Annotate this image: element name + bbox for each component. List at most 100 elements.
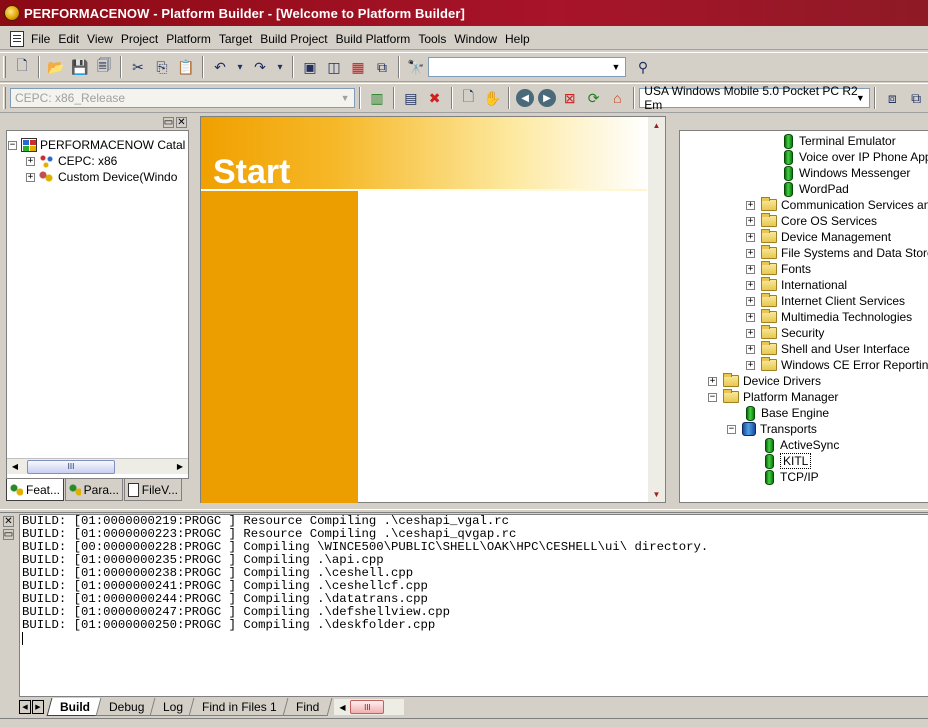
- expand-icon[interactable]: +: [746, 296, 755, 306]
- last-tab-icon[interactable]: ▶: [32, 700, 44, 714]
- device-options-icon[interactable]: ⧈: [881, 87, 903, 109]
- output-window-icon[interactable]: ◫: [323, 56, 345, 78]
- tree-item[interactable]: − Transports: [727, 421, 817, 437]
- redo-icon[interactable]: ↷: [249, 56, 271, 78]
- tree-item[interactable]: TCP/IP: [765, 469, 819, 485]
- undo-icon[interactable]: ↶: [209, 56, 231, 78]
- device-connect-icon[interactable]: ⧉: [905, 87, 927, 109]
- workspace-horizontal-scrollbar[interactable]: ◀ III ▶: [7, 458, 188, 474]
- find-binoculars-icon[interactable]: ⚲: [632, 56, 654, 78]
- find-combo[interactable]: ▼: [428, 57, 626, 77]
- collapse-icon[interactable]: −: [708, 392, 717, 402]
- save-icon[interactable]: 💾: [69, 56, 91, 78]
- build-platform-icon[interactable]: ▥: [366, 87, 388, 109]
- expand-icon[interactable]: +: [746, 280, 755, 290]
- expand-icon[interactable]: +: [26, 172, 35, 182]
- collapse-icon[interactable]: −: [727, 424, 736, 434]
- tab-debug[interactable]: Debug: [95, 698, 158, 716]
- tree-item[interactable]: + Communication Services and N: [746, 197, 928, 213]
- build-output[interactable]: BUILD: [01:0000000219:PROGC ] Resource C…: [19, 514, 928, 697]
- menu-tools[interactable]: Tools: [415, 32, 449, 46]
- tree-item[interactable]: Voice over IP Phone Applic: [784, 149, 928, 165]
- tree-item[interactable]: KITL: [765, 453, 812, 469]
- cut-icon[interactable]: ✂: [127, 56, 149, 78]
- catalog-window-icon[interactable]: ⧉: [371, 56, 393, 78]
- menu-view[interactable]: View: [84, 32, 116, 46]
- home-icon[interactable]: ⌂: [606, 87, 628, 109]
- sdk-combo[interactable]: USA Windows Mobile 5.0 Pocket PC R2 Em ▼: [639, 84, 871, 112]
- scroll-down-icon[interactable]: ▼: [649, 486, 665, 502]
- tree-item[interactable]: + Security: [746, 325, 824, 341]
- tab-build[interactable]: Build: [46, 698, 104, 716]
- menu-help[interactable]: Help: [502, 32, 533, 46]
- output-horizontal-scrollbar[interactable]: ◀ III: [334, 699, 405, 715]
- scroll-thumb[interactable]: III: [350, 700, 385, 714]
- tree-item-root[interactable]: − PERFORMACENOW Catal: [8, 137, 185, 153]
- tree-item[interactable]: Base Engine: [746, 405, 829, 421]
- minimize-pane-icon[interactable]: ▭: [163, 117, 174, 128]
- scroll-right-icon[interactable]: ▶: [172, 459, 188, 475]
- tree-item[interactable]: WordPad: [784, 181, 849, 197]
- expand-icon[interactable]: +: [746, 344, 755, 354]
- menu-project[interactable]: Project: [118, 32, 161, 46]
- tree-item[interactable]: Windows Messenger: [784, 165, 910, 181]
- expand-icon[interactable]: +: [746, 264, 755, 274]
- pane-splitter[interactable]: [0, 509, 928, 513]
- tab-parameter-view[interactable]: Para...: [65, 479, 123, 501]
- stop-page-icon[interactable]: ⊠: [559, 87, 581, 109]
- first-tab-icon[interactable]: ◀: [19, 700, 31, 714]
- scroll-left-icon[interactable]: ◀: [7, 459, 23, 475]
- menu-file[interactable]: File: [28, 32, 53, 46]
- tree-item[interactable]: + Device Management: [746, 229, 891, 245]
- find-in-files-icon[interactable]: 🔭: [405, 56, 427, 78]
- chevron-down-icon[interactable]: ▼: [608, 59, 624, 75]
- menu-target[interactable]: Target: [216, 32, 255, 46]
- scroll-left-icon[interactable]: ◀: [334, 699, 350, 715]
- new-file-icon[interactable]: 🗋: [11, 56, 33, 78]
- document-icon[interactable]: [10, 30, 24, 47]
- collapse-icon[interactable]: −: [8, 140, 17, 150]
- build-configuration-combo[interactable]: CEPC: x86_Release ▼: [9, 88, 356, 108]
- toolbar-grip[interactable]: [3, 87, 6, 109]
- workspace-icon[interactable]: ▣: [299, 56, 321, 78]
- menu-build-project[interactable]: Build Project: [257, 32, 330, 46]
- menu-platform[interactable]: Platform: [163, 32, 214, 46]
- expand-icon[interactable]: +: [746, 200, 755, 210]
- expand-icon[interactable]: +: [708, 376, 717, 386]
- tree-item-cepc[interactable]: + CEPC: x86: [8, 153, 185, 169]
- menu-build-platform[interactable]: Build Platform: [333, 32, 414, 46]
- expand-icon[interactable]: +: [746, 216, 755, 226]
- expand-icon[interactable]: +: [746, 328, 755, 338]
- expand-icon[interactable]: +: [746, 248, 755, 258]
- tab-file-view[interactable]: FileV...: [124, 479, 182, 501]
- tree-item[interactable]: + Fonts: [746, 261, 811, 277]
- redo-dropdown-icon[interactable]: ▾: [273, 56, 287, 78]
- chevron-down-icon[interactable]: ▼: [852, 90, 868, 106]
- paste-icon[interactable]: 📋: [175, 56, 197, 78]
- close-icon[interactable]: ✕: [3, 516, 14, 527]
- tree-item[interactable]: + Core OS Services: [746, 213, 877, 229]
- tree-item[interactable]: + Shell and User Interface: [746, 341, 910, 357]
- tree-item[interactable]: + Multimedia Technologies: [746, 309, 912, 325]
- tree-item-custom-device[interactable]: + Custom Device(Windo: [8, 169, 185, 185]
- tree-item[interactable]: + File Systems and Data Store: [746, 245, 928, 261]
- tree-item[interactable]: + Internet Client Services: [746, 293, 905, 309]
- stop-build-icon[interactable]: ✖: [424, 87, 446, 109]
- expand-icon[interactable]: +: [746, 232, 755, 242]
- copy-icon[interactable]: ⎘: [151, 56, 173, 78]
- back-icon[interactable]: ◀: [516, 89, 534, 107]
- menu-window[interactable]: Window: [451, 32, 500, 46]
- forward-icon[interactable]: ▶: [538, 89, 556, 107]
- close-icon[interactable]: ✕: [176, 117, 187, 128]
- tree-item[interactable]: ActiveSync: [765, 437, 839, 453]
- hand-icon[interactable]: ✋: [481, 87, 503, 109]
- tree-item[interactable]: Terminal Emulator: [784, 133, 896, 149]
- tree-item[interactable]: + Device Drivers: [708, 373, 821, 389]
- refresh-icon[interactable]: ⟳: [583, 87, 605, 109]
- tab-find-in-files-1[interactable]: Find in Files 1: [188, 698, 291, 716]
- expand-icon[interactable]: +: [26, 156, 35, 166]
- scroll-up-icon[interactable]: ▲: [649, 117, 665, 133]
- tab-find[interactable]: Find: [282, 698, 333, 716]
- toolbar-grip[interactable]: [3, 56, 6, 78]
- undo-dropdown-icon[interactable]: ▾: [233, 56, 247, 78]
